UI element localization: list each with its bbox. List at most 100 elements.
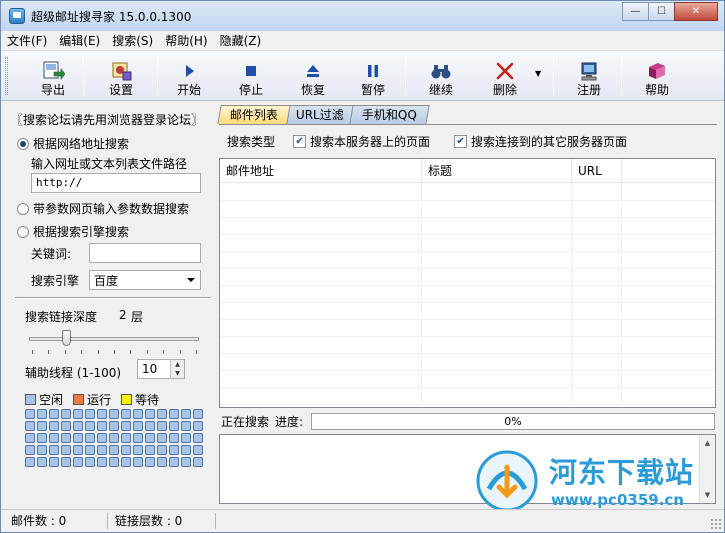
checkbox-same-server[interactable]: ✔ bbox=[293, 135, 307, 148]
radio-param-search[interactable]: 带参数网页输入参数数据搜索 bbox=[17, 200, 189, 217]
column-email[interactable]: 邮件地址 bbox=[220, 159, 422, 183]
slider-tick bbox=[97, 350, 99, 354]
pause-button[interactable]: 暂停 bbox=[351, 55, 395, 97]
table-row[interactable] bbox=[220, 388, 715, 405]
slider-tick bbox=[179, 350, 181, 354]
tab-phone-qq[interactable]: 手机和QQ bbox=[349, 105, 430, 124]
thread-cell bbox=[121, 409, 131, 419]
tab-url-filter[interactable]: URL过滤 bbox=[283, 105, 357, 124]
settings-button[interactable]: 设置 bbox=[99, 55, 143, 97]
register-button[interactable]: 注册 bbox=[567, 55, 611, 97]
status-bar: 邮件数 : 0 链接层数 : 0 bbox=[1, 509, 724, 532]
table-cell bbox=[572, 320, 622, 337]
table-cell bbox=[572, 184, 622, 201]
thread-cell bbox=[169, 421, 179, 431]
title-bar[interactable]: 超级邮址搜寻家 15.0.0.1300 — ☐ ✕ bbox=[1, 1, 724, 31]
continue-button[interactable]: 继续 bbox=[419, 55, 463, 97]
table-cell bbox=[220, 303, 422, 320]
export-icon bbox=[41, 60, 65, 82]
menu-search[interactable]: 搜索(S) bbox=[106, 32, 159, 50]
thread-cell bbox=[145, 445, 155, 455]
radio-unselected-icon bbox=[17, 225, 29, 238]
table-cell bbox=[422, 337, 572, 354]
table-row[interactable] bbox=[220, 354, 715, 371]
thread-cell bbox=[25, 409, 35, 419]
progress-bar: 0% bbox=[311, 413, 715, 430]
resume-button[interactable]: 恢复 bbox=[291, 55, 335, 97]
table-row[interactable] bbox=[220, 303, 715, 320]
table-cell bbox=[220, 286, 422, 303]
thread-cell bbox=[61, 409, 71, 419]
checkbox-other-server[interactable]: ✔ bbox=[454, 135, 468, 148]
table-cell bbox=[220, 388, 422, 405]
app-icon bbox=[9, 8, 25, 24]
threads-spinner[interactable]: 10 ▲ ▼ bbox=[137, 359, 185, 379]
table-row[interactable] bbox=[220, 235, 715, 252]
thread-cell bbox=[73, 433, 83, 443]
thread-cell bbox=[121, 421, 131, 431]
spin-down-icon[interactable]: ▼ bbox=[171, 369, 184, 378]
help-button[interactable]: 帮助 bbox=[635, 55, 679, 97]
table-row[interactable] bbox=[220, 269, 715, 286]
table-cell bbox=[572, 337, 622, 354]
thread-cell bbox=[181, 457, 191, 467]
thread-cell bbox=[193, 457, 203, 467]
engine-select[interactable]: 百度 bbox=[89, 270, 201, 290]
table-row[interactable] bbox=[220, 184, 715, 201]
thread-cell bbox=[109, 409, 119, 419]
menu-file[interactable]: 文件(F) bbox=[1, 32, 53, 50]
radio-url-search[interactable]: 根据网络地址搜索 bbox=[17, 135, 129, 152]
thread-cell bbox=[49, 457, 59, 467]
export-button[interactable]: 导出 bbox=[33, 55, 73, 97]
thread-cell bbox=[121, 457, 131, 467]
column-url[interactable]: URL bbox=[572, 159, 622, 183]
url-input[interactable]: http:// bbox=[31, 173, 201, 193]
size-grip[interactable] bbox=[710, 518, 722, 530]
thread-cell bbox=[145, 457, 155, 467]
menu-help[interactable]: 帮助(H) bbox=[159, 32, 213, 50]
table-cell bbox=[572, 235, 622, 252]
thread-cell bbox=[37, 445, 47, 455]
table-cell bbox=[422, 303, 572, 320]
thread-cell bbox=[85, 421, 95, 431]
slider-tick bbox=[64, 350, 66, 354]
toolbar-grip[interactable] bbox=[5, 57, 8, 95]
minimize-button[interactable]: — bbox=[622, 2, 649, 21]
depth-slider-thumb[interactable] bbox=[62, 330, 71, 346]
thread-legend: 空闲 运行 等待 bbox=[25, 391, 169, 408]
table-cell bbox=[422, 286, 572, 303]
table-row[interactable] bbox=[220, 218, 715, 235]
close-button[interactable]: ✕ bbox=[674, 2, 718, 21]
delete-button[interactable]: 删除 bbox=[483, 55, 527, 97]
chevron-down-icon bbox=[187, 278, 195, 282]
column-title[interactable]: 标题 bbox=[422, 159, 572, 183]
maximize-button[interactable]: ☐ bbox=[648, 2, 675, 21]
keyword-input[interactable] bbox=[89, 243, 201, 263]
stop-button[interactable]: 停止 bbox=[229, 55, 273, 97]
threads-label: 辅助线程 (1-100) bbox=[25, 366, 122, 380]
thread-cell bbox=[133, 457, 143, 467]
thread-cell bbox=[181, 445, 191, 455]
progress-label: 进度: bbox=[275, 414, 304, 429]
mail-list-table[interactable]: 邮件地址 标题 URL bbox=[219, 158, 716, 408]
menu-edit[interactable]: 编辑(E) bbox=[53, 32, 106, 50]
table-row[interactable] bbox=[220, 337, 715, 354]
table-row[interactable] bbox=[220, 201, 715, 218]
tab-mail-list[interactable]: 邮件列表 bbox=[217, 105, 291, 124]
delete-dropdown-arrow[interactable]: ▼ bbox=[535, 69, 541, 78]
table-cell bbox=[220, 337, 422, 354]
start-button[interactable]: 开始 bbox=[167, 55, 211, 97]
table-row[interactable] bbox=[220, 320, 715, 337]
table-row[interactable] bbox=[220, 252, 715, 269]
table-cell bbox=[572, 252, 622, 269]
spin-up-icon[interactable]: ▲ bbox=[171, 360, 184, 369]
table-row[interactable] bbox=[220, 371, 715, 388]
radio-engine-search[interactable]: 根据搜索引擎搜索 bbox=[17, 223, 129, 240]
thread-cell bbox=[73, 409, 83, 419]
thread-cell bbox=[109, 457, 119, 467]
thread-cell bbox=[157, 409, 167, 419]
table-row[interactable] bbox=[220, 286, 715, 303]
depth-slider-track[interactable] bbox=[29, 337, 199, 341]
menu-hide[interactable]: 隐藏(Z) bbox=[214, 32, 268, 50]
thread-cell bbox=[85, 433, 95, 443]
